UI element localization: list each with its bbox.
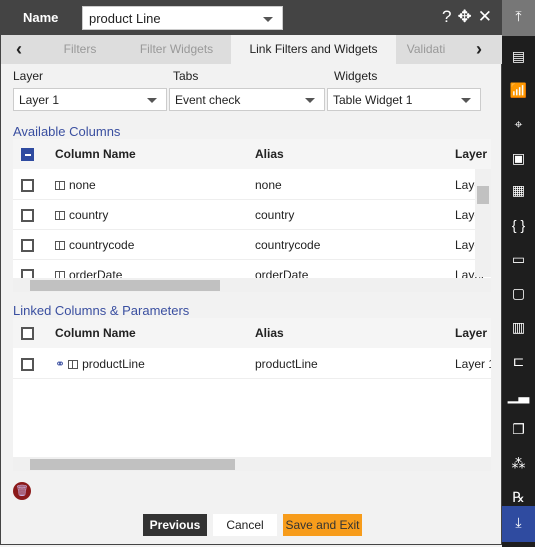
column-name: countrycode	[69, 238, 135, 252]
available-columns-title: Available Columns	[13, 124, 121, 139]
scroll-top-icon[interactable]: ⤒	[502, 0, 535, 36]
column-name-header: Column Name	[55, 147, 136, 161]
table-header: Column Name Alias Layer	[13, 139, 491, 169]
trash-icon: 🗑	[15, 485, 29, 497]
link-icon: ⚭	[55, 357, 66, 371]
select-all-checkbox[interactable]	[21, 327, 34, 340]
tab-prev-button[interactable]: ‹	[1, 35, 37, 64]
column-name: productLine	[82, 357, 145, 371]
select-all-checkbox[interactable]	[21, 148, 34, 161]
widgets-value: Table Widget 1	[333, 93, 413, 107]
table-row[interactable]: ⚭ productLine productLine Layer 1	[13, 349, 491, 379]
tab-filter-widgets[interactable]: Filter Widgets	[122, 35, 231, 64]
previous-button[interactable]: Previous	[143, 514, 207, 536]
alias-header: Alias	[255, 147, 284, 161]
code-braces-icon[interactable]: { }	[502, 209, 535, 242]
tabs-label: Tabs	[173, 69, 199, 83]
scroll-thumb[interactable]	[477, 186, 489, 204]
column-name-header: Column Name	[55, 326, 136, 340]
table-row[interactable]: countrycodecountrycodeLayer 1	[13, 230, 491, 260]
tabs-value: Event check	[175, 93, 241, 107]
close-icon[interactable]: ✕	[478, 7, 492, 27]
widgets-select[interactable]: Table Widget 1	[327, 88, 481, 111]
layer-label: Layer	[13, 69, 44, 83]
tab-validation[interactable]: Validati	[396, 35, 456, 64]
row-checkbox[interactable]	[21, 179, 34, 192]
linked-columns-title: Linked Columns & Parameters	[13, 303, 190, 318]
layer-header: Layer	[455, 147, 488, 161]
hierarchy-icon[interactable]: ⊏	[502, 345, 535, 378]
form-icon[interactable]: ▥	[502, 311, 535, 344]
chevron-down-icon	[305, 98, 315, 103]
help-icon[interactable]: ?	[442, 7, 451, 27]
tab-filters[interactable]: Filters	[38, 35, 122, 64]
widget-icon[interactable]: ▢	[502, 277, 535, 310]
document-icon[interactable]: ▦	[502, 174, 535, 207]
column-name: none	[69, 178, 96, 192]
tab-next-button[interactable]: ›	[456, 35, 502, 64]
available-columns-table: Column Name Alias Layer nonenoneLayer 1 …	[13, 139, 491, 292]
bar-chart-icon[interactable]: ▁▃	[502, 379, 535, 412]
name-value: product Line	[89, 11, 161, 26]
horizontal-scrollbar[interactable]	[13, 278, 491, 292]
tab-bar: ‹ Filters Filter Widgets Link Filters an…	[1, 35, 502, 64]
tabs-select[interactable]: Event check	[169, 88, 325, 111]
chart-icon[interactable]: 📶	[502, 74, 535, 107]
tab-link-filters-and-widgets[interactable]: Link Filters and Widgets	[231, 35, 396, 64]
report-icon[interactable]: ▣	[502, 142, 535, 175]
layer-value: Layer 1	[19, 93, 60, 107]
alias: countrycode	[255, 238, 321, 252]
table-icon[interactable]: ▤	[502, 40, 535, 73]
cancel-button[interactable]: Cancel	[213, 514, 277, 536]
chevron-down-icon	[263, 17, 273, 22]
column-icon	[55, 241, 65, 250]
scroll-thumb[interactable]	[30, 280, 220, 291]
table-header: Column Name Alias Layer	[13, 318, 491, 348]
image-icon[interactable]: ▭	[502, 243, 535, 276]
column-name: country	[69, 208, 109, 222]
alias-header: Alias	[255, 326, 284, 340]
linked-columns-table: Column Name Alias Layer ⚭ productLine prod…	[13, 318, 491, 471]
scroll-thumb[interactable]	[30, 459, 235, 470]
link-filters-dialog: Name product Line ? ✥ ✕ ‹ Filters Filter…	[0, 0, 502, 545]
horizontal-scrollbar[interactable]	[13, 457, 491, 471]
alias: none	[255, 178, 282, 192]
row-checkbox[interactable]	[21, 358, 34, 371]
widgets-label: Widgets	[334, 69, 378, 83]
name-label: Name	[23, 10, 59, 25]
layer-header: Layer	[455, 326, 488, 340]
vertical-scrollbar[interactable]	[475, 169, 491, 277]
save-and-exit-button[interactable]: Save and Exit	[283, 514, 362, 536]
column-icon	[55, 211, 65, 220]
move-icon[interactable]: ✥	[458, 7, 472, 27]
row-checkbox[interactable]	[21, 209, 34, 222]
name-select[interactable]: product Line	[82, 6, 283, 30]
chevron-down-icon	[147, 98, 157, 103]
delete-button[interactable]: 🗑	[13, 482, 31, 500]
table-row[interactable]: countrycountryLayer 1	[13, 200, 491, 230]
column-icon	[55, 181, 65, 190]
sidebar-toolbar: ⤒ ▤ 📶 ⌖ ▣ ▦ { } ▭ ▢ ▥ ⊏ ▁▃ ❐ ⁂ ℞ ⤓	[502, 0, 535, 547]
layer-select[interactable]: Layer 1	[13, 88, 167, 111]
alias: productLine	[255, 357, 318, 371]
chevron-down-icon	[461, 98, 471, 103]
scroll-bottom-icon[interactable]: ⤓	[502, 506, 535, 542]
copy-icon[interactable]: ❐	[502, 413, 535, 446]
row-checkbox[interactable]	[21, 239, 34, 252]
cubes-icon[interactable]: ⁂	[502, 447, 535, 480]
map-icon[interactable]: ⌖	[502, 108, 535, 141]
dialog-header: Name product Line ? ✥ ✕	[1, 1, 502, 35]
table-row[interactable]: nonenoneLayer 1	[13, 170, 491, 200]
column-icon	[68, 360, 79, 369]
layer: Layer 1	[455, 357, 491, 371]
alias: country	[255, 208, 295, 222]
